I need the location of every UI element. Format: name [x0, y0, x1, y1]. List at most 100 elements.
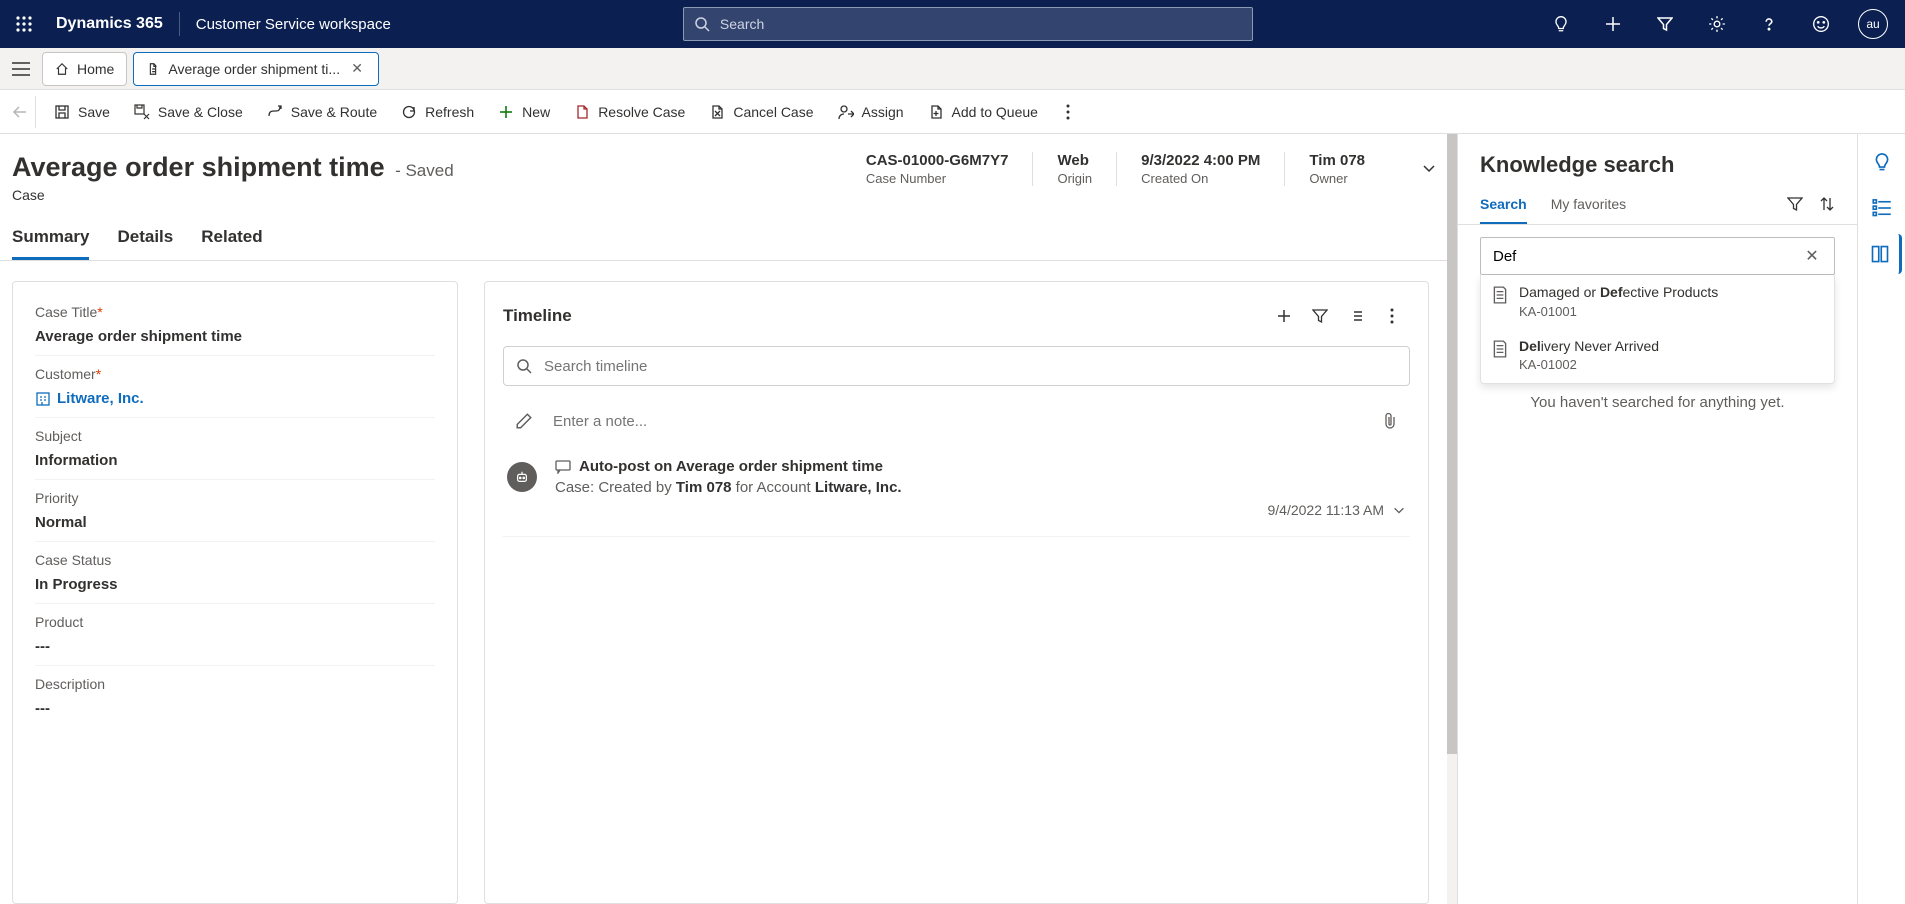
field-value: ---: [35, 638, 435, 655]
field-status[interactable]: Case Status In Progress: [35, 542, 435, 604]
field-label: Priority: [35, 490, 435, 506]
back-button[interactable]: [4, 96, 36, 128]
app-launcher-icon[interactable]: [0, 0, 48, 48]
timeline-add-button[interactable]: [1266, 298, 1302, 334]
hf-label: Case Number: [866, 171, 1009, 186]
brand-name[interactable]: Dynamics 365: [48, 15, 171, 33]
refresh-icon: [401, 104, 417, 120]
knowledge-result[interactable]: Delivery Never ArrivedKA-01002: [1481, 329, 1834, 383]
case-icon: [146, 62, 160, 76]
lightbulb-icon[interactable]: [1537, 0, 1585, 48]
field-subject[interactable]: Subject Information: [35, 418, 435, 480]
timeline-item-time: 9/4/2022 11:13 AM: [1268, 502, 1385, 518]
add-to-queue-button[interactable]: Add to Queue: [918, 94, 1048, 130]
clear-icon[interactable]: ✕: [1800, 244, 1824, 268]
field-priority[interactable]: Priority Normal: [35, 480, 435, 542]
save-button[interactable]: Save: [44, 94, 120, 130]
save-close-button[interactable]: Save & Close: [124, 94, 253, 130]
field-label: Customer: [35, 366, 96, 382]
resolve-icon: [574, 104, 590, 120]
global-search[interactable]: [683, 7, 1253, 41]
field-description[interactable]: Description ---: [35, 666, 435, 727]
command-overflow[interactable]: [1052, 96, 1084, 128]
header-field-owner[interactable]: Tim 078Owner: [1284, 152, 1389, 186]
field-product[interactable]: Product ---: [35, 604, 435, 666]
tab-home[interactable]: Home: [42, 52, 127, 86]
hf-value: Web: [1057, 152, 1092, 169]
field-case-title[interactable]: Case Title* Average order shipment time: [35, 294, 435, 356]
plus-icon: [498, 104, 514, 120]
header-expand-button[interactable]: [1413, 152, 1445, 184]
timeline-item[interactable]: Auto-post on Average order shipment time…: [503, 458, 1410, 537]
scrollbar-thumb[interactable]: [1447, 134, 1457, 754]
rail-knowledge-button[interactable]: [1862, 234, 1902, 274]
knowledge-tab-search[interactable]: Search: [1480, 196, 1527, 224]
close-icon[interactable]: ✕: [348, 60, 366, 78]
timeline-search[interactable]: [503, 346, 1410, 386]
help-icon[interactable]: [1745, 0, 1793, 48]
knowledge-panel: Knowledge search Search My favorites ✕ D…: [1457, 134, 1857, 904]
home-icon: [55, 62, 69, 76]
knowledge-tab-favorites[interactable]: My favorites: [1551, 196, 1626, 222]
timeline-header: Timeline: [503, 298, 1410, 334]
hamburger-icon[interactable]: [6, 54, 36, 84]
cmd-label: Assign: [862, 104, 904, 120]
cmd-label: Add to Queue: [952, 104, 1038, 120]
case-details-card: Case Title* Average order shipment time …: [12, 281, 458, 904]
knowledge-results: Damaged or Defective ProductsKA-01001 De…: [1480, 275, 1835, 384]
queue-icon: [928, 104, 944, 120]
record-title: Average order shipment time: [12, 152, 385, 182]
plus-icon: [1276, 308, 1292, 324]
save-route-button[interactable]: Save & Route: [257, 94, 387, 130]
form-tab-summary[interactable]: Summary: [12, 227, 89, 260]
knowledge-result[interactable]: Damaged or Defective ProductsKA-01001: [1481, 275, 1834, 329]
sort-icon[interactable]: [1819, 196, 1835, 212]
article-icon: [1491, 340, 1509, 358]
knowledge-search-input[interactable]: [1491, 247, 1800, 266]
header-field-created-on[interactable]: 9/3/2022 4:00 PMCreated On: [1116, 152, 1284, 186]
hf-value: Tim 078: [1309, 152, 1365, 169]
chevron-down-icon[interactable]: [1392, 503, 1406, 517]
gear-icon[interactable]: [1693, 0, 1741, 48]
timeline-overflow-button[interactable]: [1374, 298, 1410, 334]
header-field-origin[interactable]: Web Origin: [1032, 152, 1116, 186]
timeline-note-entry[interactable]: [503, 400, 1410, 442]
timeline-note-input[interactable]: [551, 412, 1364, 431]
timeline-card: Timeline: [484, 281, 1429, 904]
cancel-case-button[interactable]: Cancel Case: [699, 94, 823, 130]
hf-label: Origin: [1057, 171, 1092, 186]
funnel-icon[interactable]: [1787, 196, 1803, 212]
nav-right: au: [1537, 0, 1905, 48]
resolve-case-button[interactable]: Resolve Case: [564, 94, 695, 130]
assign-button[interactable]: Assign: [828, 94, 914, 130]
rail-smart-assist-button[interactable]: [1862, 142, 1902, 182]
attachment-icon[interactable]: [1382, 412, 1398, 430]
field-customer[interactable]: Customer* Litware, Inc.: [35, 356, 435, 418]
form-area: Average order shipment time - Saved Case…: [0, 134, 1457, 904]
refresh-button[interactable]: Refresh: [391, 94, 484, 130]
scrollbar[interactable]: [1447, 134, 1457, 904]
workspace-name[interactable]: Customer Service workspace: [188, 16, 399, 33]
field-label: Case Title: [35, 304, 97, 320]
cmd-label: Save & Route: [291, 104, 377, 120]
rail-agent-scripts-button[interactable]: [1862, 188, 1902, 228]
hf-value: CAS-01000-G6M7Y7: [866, 152, 1009, 169]
new-button[interactable]: New: [488, 94, 560, 130]
productivity-rail: [1857, 134, 1905, 904]
customer-link[interactable]: Litware, Inc.: [35, 390, 435, 407]
user-avatar[interactable]: au: [1849, 0, 1897, 48]
header-field-case-number[interactable]: CAS-01000-G6M7Y7 Case Number: [842, 152, 1033, 186]
funnel-icon[interactable]: [1641, 0, 1689, 48]
form-tab-details[interactable]: Details: [117, 227, 173, 260]
lightbulb-icon: [1872, 152, 1892, 172]
smiley-icon[interactable]: [1797, 0, 1845, 48]
knowledge-search-box[interactable]: ✕: [1480, 237, 1835, 275]
timeline-filter-button[interactable]: [1302, 298, 1338, 334]
timeline-sort-button[interactable]: [1338, 298, 1374, 334]
field-label: Subject: [35, 428, 435, 444]
global-search-input[interactable]: [718, 15, 1242, 33]
plus-icon[interactable]: [1589, 0, 1637, 48]
tab-case[interactable]: Average order shipment ti... ✕: [133, 52, 379, 86]
form-tab-related[interactable]: Related: [201, 227, 262, 260]
timeline-search-input[interactable]: [542, 357, 1397, 376]
